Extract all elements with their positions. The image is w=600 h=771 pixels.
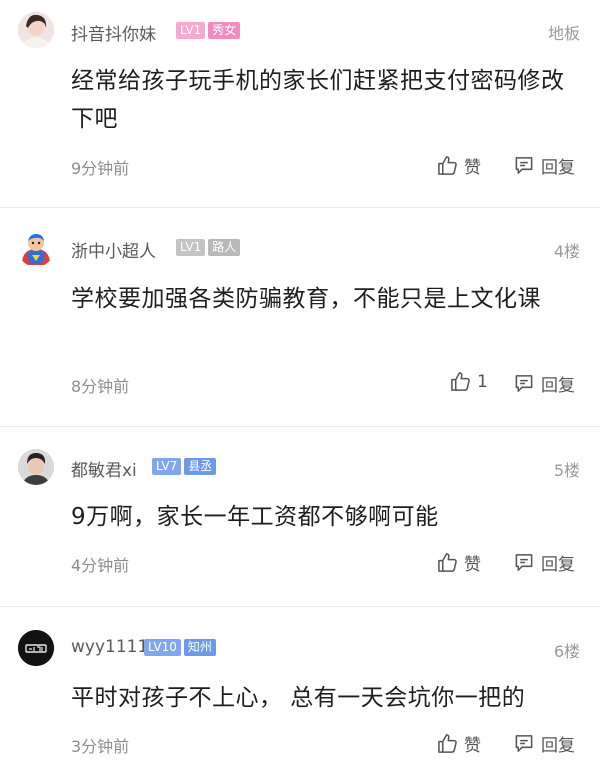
comment-text: 经常给孩子玩手机的家长们赶紧把支付密码修改下吧 — [71, 68, 565, 132]
badge-group: LV10 知州 — [144, 639, 216, 656]
timestamp: 9分钟前 — [71, 159, 130, 178]
like-label: 赞 — [464, 158, 481, 178]
reply-button[interactable]: 回复 — [513, 371, 575, 396]
floor-number: 4楼 — [553, 242, 580, 261]
avatar[interactable] — [18, 12, 54, 48]
avatar[interactable] — [18, 630, 54, 666]
reply-button[interactable]: 回复 — [513, 550, 575, 575]
level-badge: LV10 — [144, 639, 181, 656]
comment-item: 都敏君xi LV7 县丞 5楼 9万啊，家长一年工资都不够啊可能 4分钟前 赞 … — [0, 427, 600, 606]
floor-number: 5楼 — [553, 461, 580, 480]
username[interactable]: 都敏君xi — [71, 456, 137, 481]
timestamp: 3分钟前 — [71, 737, 130, 756]
badge-group: LV1 路人 — [176, 239, 241, 256]
reply-button[interactable]: 回复 — [513, 153, 575, 178]
thumbs-up-icon — [438, 734, 457, 753]
reply-label: 回复 — [541, 376, 575, 396]
comment-icon — [515, 554, 533, 571]
floor-number: 地板 — [547, 24, 580, 43]
timestamp: 8分钟前 — [71, 377, 130, 396]
comment-icon — [515, 735, 533, 752]
title-badge: 县丞 — [184, 458, 217, 475]
like-label: 赞 — [464, 736, 481, 756]
comment-item: 浙中小超人 LV1 路人 4楼 学校要加强各类防骗教育，不能只是上文化课 8分钟… — [0, 208, 600, 426]
comment-icon — [515, 375, 533, 392]
title-badge: 路人 — [208, 239, 241, 256]
avatar[interactable] — [18, 231, 54, 267]
comment-text: 9万啊，家长一年工资都不够啊可能 — [71, 504, 439, 530]
level-badge: LV1 — [176, 22, 206, 39]
username[interactable]: 抖音抖你妹 — [71, 20, 156, 45]
comment-text: 学校要加强各类防骗教育，不能只是上文化课 — [71, 286, 541, 312]
comment-item: 抖音抖你妹 LV1 秀女 地板 经常给孩子玩手机的家长们赶紧把支付密码修改下吧 … — [0, 0, 600, 207]
username[interactable]: 浙中小超人 — [71, 237, 156, 262]
badge-group: LV1 秀女 — [176, 22, 241, 39]
title-badge: 秀女 — [208, 22, 241, 39]
like-button[interactable]: 1 — [450, 371, 488, 392]
badge-group: LV7 县丞 — [152, 458, 217, 475]
like-button[interactable]: 赞 — [437, 550, 481, 575]
like-count: 1 — [477, 371, 488, 392]
floor-number: 6楼 — [553, 642, 580, 661]
title-badge: 知州 — [183, 639, 216, 656]
thumbs-up-icon — [438, 156, 457, 175]
reply-label: 回复 — [541, 555, 575, 575]
reply-label: 回复 — [541, 158, 575, 178]
like-button[interactable]: 赞 — [437, 153, 481, 178]
level-badge: LV1 — [176, 239, 206, 256]
avatar[interactable] — [18, 449, 54, 485]
timestamp: 4分钟前 — [71, 556, 130, 575]
reply-label: 回复 — [541, 736, 575, 756]
reply-button[interactable]: 回复 — [513, 731, 575, 756]
comment-text: 平时对孩子不上心， 总有一天会坑你一把的 — [71, 685, 526, 711]
comment-item: wyy1111 LV10 知州 6楼 平时对孩子不上心， 总有一天会坑你一把的 … — [0, 607, 600, 771]
thumbs-up-icon — [451, 372, 470, 391]
thumbs-up-icon — [438, 553, 457, 572]
like-label: 赞 — [464, 555, 481, 575]
comment-icon — [515, 157, 533, 174]
username[interactable]: wyy1111 — [71, 637, 148, 657]
level-badge: LV7 — [152, 458, 182, 475]
like-button[interactable]: 赞 — [437, 731, 481, 756]
